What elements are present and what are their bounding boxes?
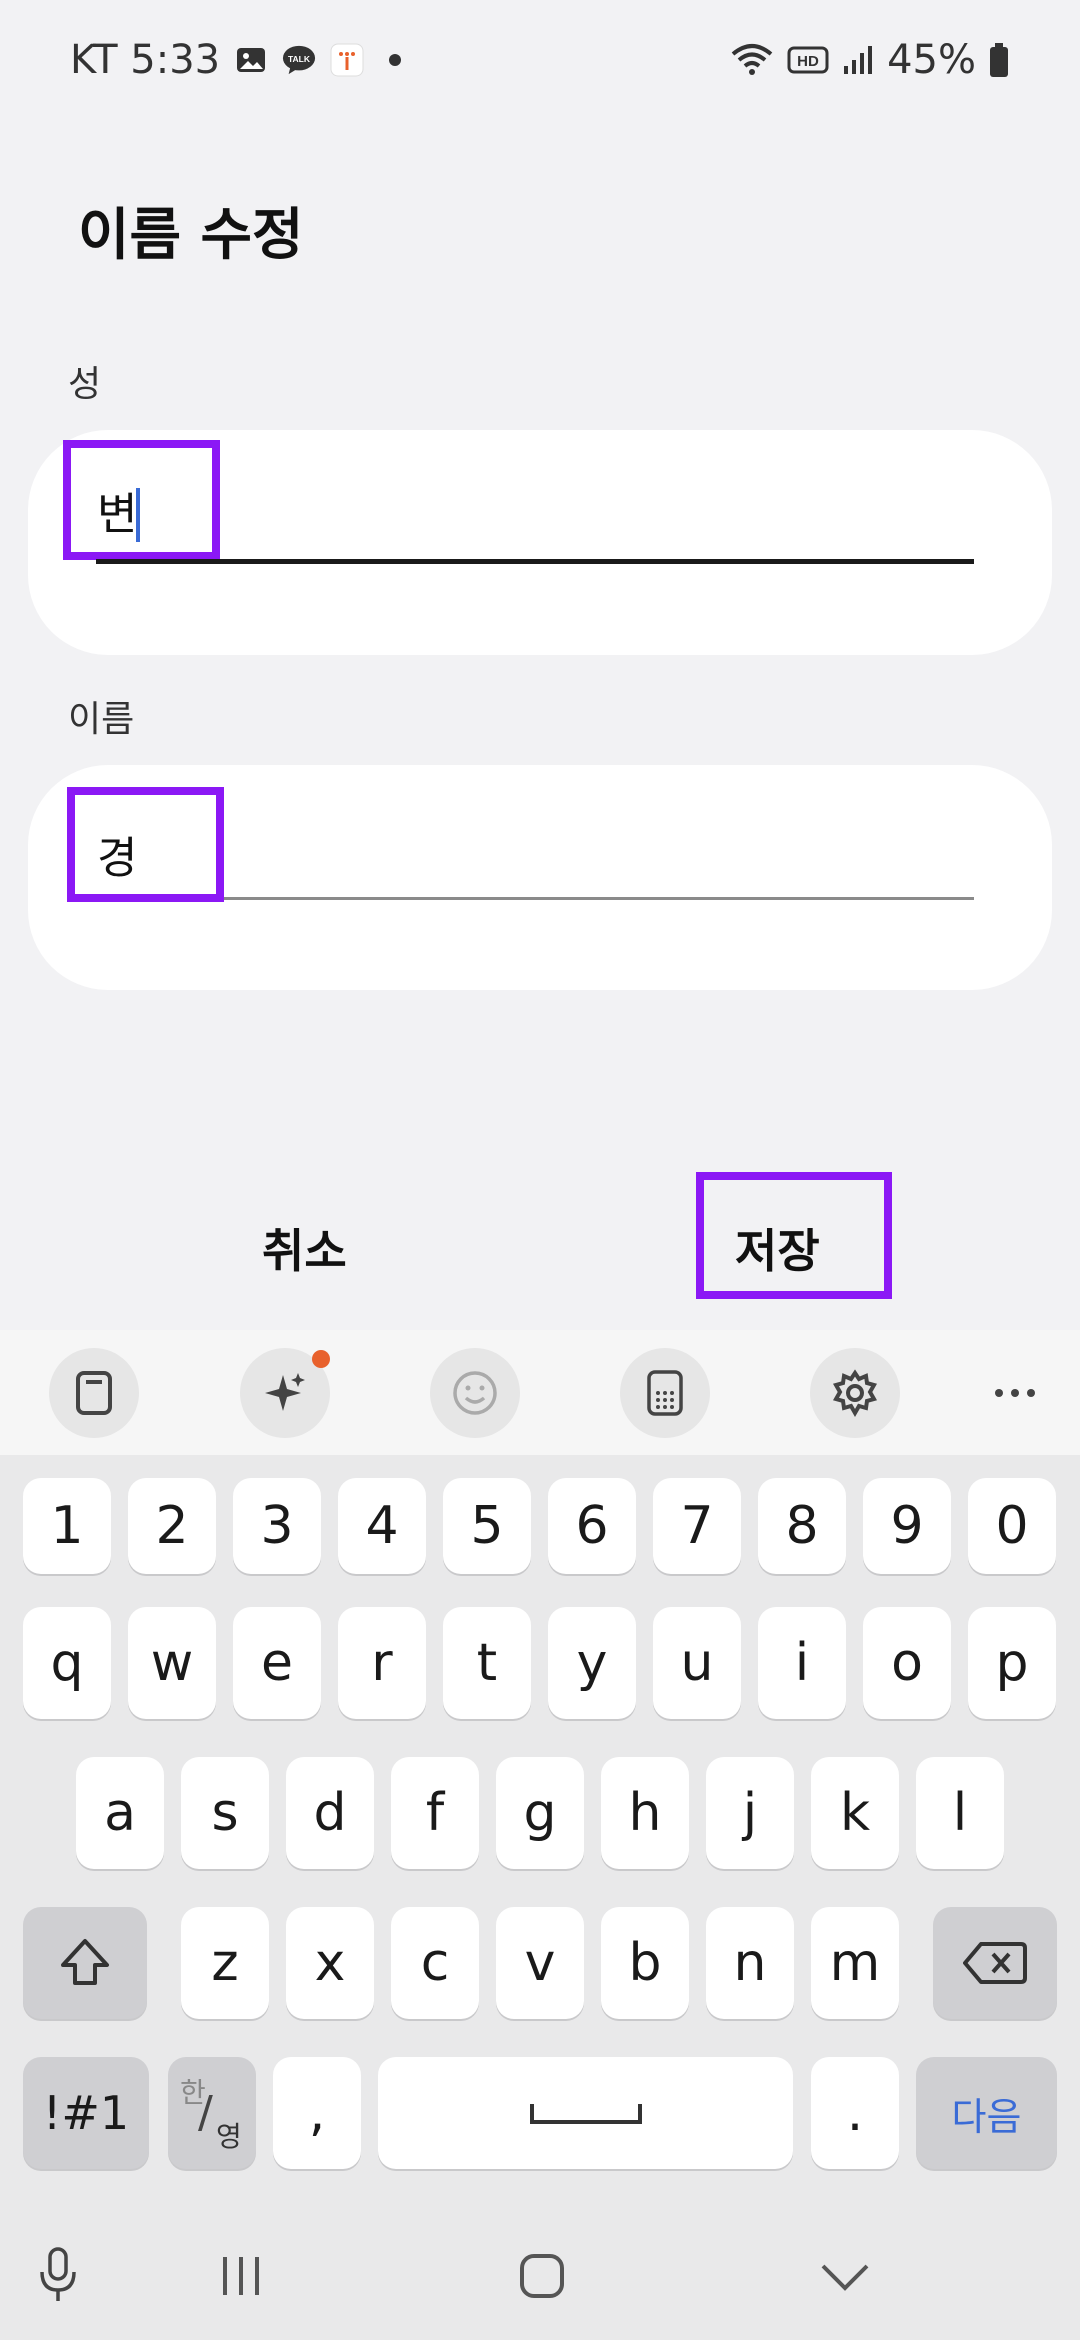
key-8[interactable]: 8 (758, 1478, 846, 1574)
key-s[interactable]: s (181, 1757, 269, 1869)
signal-icon (841, 43, 875, 77)
status-right: HD 45% (729, 30, 1010, 90)
key-d[interactable]: d (286, 1757, 374, 1869)
key-l[interactable]: l (916, 1757, 1004, 1869)
last-name-input[interactable]: 변 (97, 478, 137, 542)
comma-key[interactable]: , (273, 2057, 361, 2169)
clipboard-icon[interactable] (49, 1348, 139, 1438)
new-feature-dot (312, 1350, 330, 1368)
key-w[interactable]: w (128, 1607, 216, 1719)
status-left: KT 5:33 TALK (70, 30, 412, 90)
next-key[interactable]: 다음 (916, 2057, 1057, 2169)
lang-slash: / (198, 2087, 213, 2138)
cancel-button[interactable]: 취소 (262, 1215, 347, 1281)
t-app-icon (330, 43, 364, 77)
key-9[interactable]: 9 (863, 1478, 951, 1574)
keyboard-toolbar (0, 1330, 1080, 1455)
key-7[interactable]: 7 (653, 1478, 741, 1574)
emoji-icon[interactable] (430, 1348, 520, 1438)
last-name-highlight (63, 440, 220, 560)
gallery-icon (234, 43, 268, 77)
key-v[interactable]: v (496, 1907, 584, 2019)
status-bar: KT 5:33 TALK HD 45% (0, 0, 1080, 120)
key-0[interactable]: 0 (968, 1478, 1056, 1574)
text-cursor (136, 488, 140, 542)
key-r[interactable]: r (338, 1607, 426, 1719)
hd-voice-icon: HD (787, 43, 829, 77)
first-name-underline (96, 897, 974, 900)
key-o[interactable]: o (863, 1607, 951, 1719)
key-4[interactable]: 4 (338, 1478, 426, 1574)
space-key[interactable] (378, 2057, 793, 2169)
key-k[interactable]: k (811, 1757, 899, 1869)
battery-icon (988, 43, 1010, 77)
carrier-time: KT 5:33 (70, 37, 221, 83)
first-name-input[interactable]: 경 (97, 822, 137, 886)
page-title: 이름 수정 (78, 203, 304, 268)
home-icon[interactable] (512, 2246, 572, 2306)
key-2[interactable]: 2 (128, 1478, 216, 1574)
key-b[interactable]: b (601, 1907, 689, 2019)
first-name-highlight (67, 787, 224, 902)
backspace-key[interactable] (933, 1907, 1057, 2019)
symbols-key[interactable]: !#1 (23, 2057, 149, 2169)
shift-key[interactable] (23, 1907, 147, 2019)
microphone-icon[interactable] (30, 2240, 86, 2310)
first-name-label: 이름 (68, 699, 135, 740)
notification-dot-icon (378, 43, 412, 77)
key-g[interactable]: g (496, 1757, 584, 1869)
key-q[interactable]: q (23, 1607, 111, 1719)
key-m[interactable]: m (811, 1907, 899, 2019)
settings-icon[interactable] (810, 1348, 900, 1438)
svg-text:TALK: TALK (288, 54, 311, 64)
key-1[interactable]: 1 (23, 1478, 111, 1574)
space-icon (529, 2104, 642, 2124)
key-j[interactable]: j (706, 1757, 794, 1869)
key-5[interactable]: 5 (443, 1478, 531, 1574)
key-u[interactable]: u (653, 1607, 741, 1719)
period-key[interactable]: . (811, 2057, 899, 2169)
key-e[interactable]: e (233, 1607, 321, 1719)
language-key[interactable]: 한 / 영 (168, 2057, 256, 2169)
save-button[interactable]: 저장 (735, 1215, 820, 1281)
key-y[interactable]: y (548, 1607, 636, 1719)
keypad-icon[interactable] (620, 1348, 710, 1438)
key-x[interactable]: x (286, 1907, 374, 2019)
key-n[interactable]: n (706, 1907, 794, 2019)
battery-percent: 45% (887, 37, 976, 83)
backspace-icon (963, 1942, 1027, 1984)
key-p[interactable]: p (968, 1607, 1056, 1719)
key-h[interactable]: h (601, 1757, 689, 1869)
lang-english: 영 (216, 2120, 242, 2153)
svg-text:HD: HD (797, 53, 819, 70)
key-f[interactable]: f (391, 1757, 479, 1869)
shift-icon (61, 1939, 109, 1985)
wifi-icon (729, 43, 775, 77)
hide-keyboard-icon[interactable] (815, 2252, 875, 2302)
key-c[interactable]: c (391, 1907, 479, 2019)
key-z[interactable]: z (181, 1907, 269, 2019)
key-3[interactable]: 3 (233, 1478, 321, 1574)
last-name-underline (96, 559, 974, 564)
key-6[interactable]: 6 (548, 1478, 636, 1574)
last-name-label: 성 (68, 364, 102, 405)
more-icon[interactable] (990, 1375, 1040, 1411)
key-i[interactable]: i (758, 1607, 846, 1719)
key-a[interactable]: a (76, 1757, 164, 1869)
kakaotalk-icon: TALK (282, 43, 316, 77)
recent-apps-icon[interactable] (210, 2248, 272, 2304)
key-t[interactable]: t (443, 1607, 531, 1719)
